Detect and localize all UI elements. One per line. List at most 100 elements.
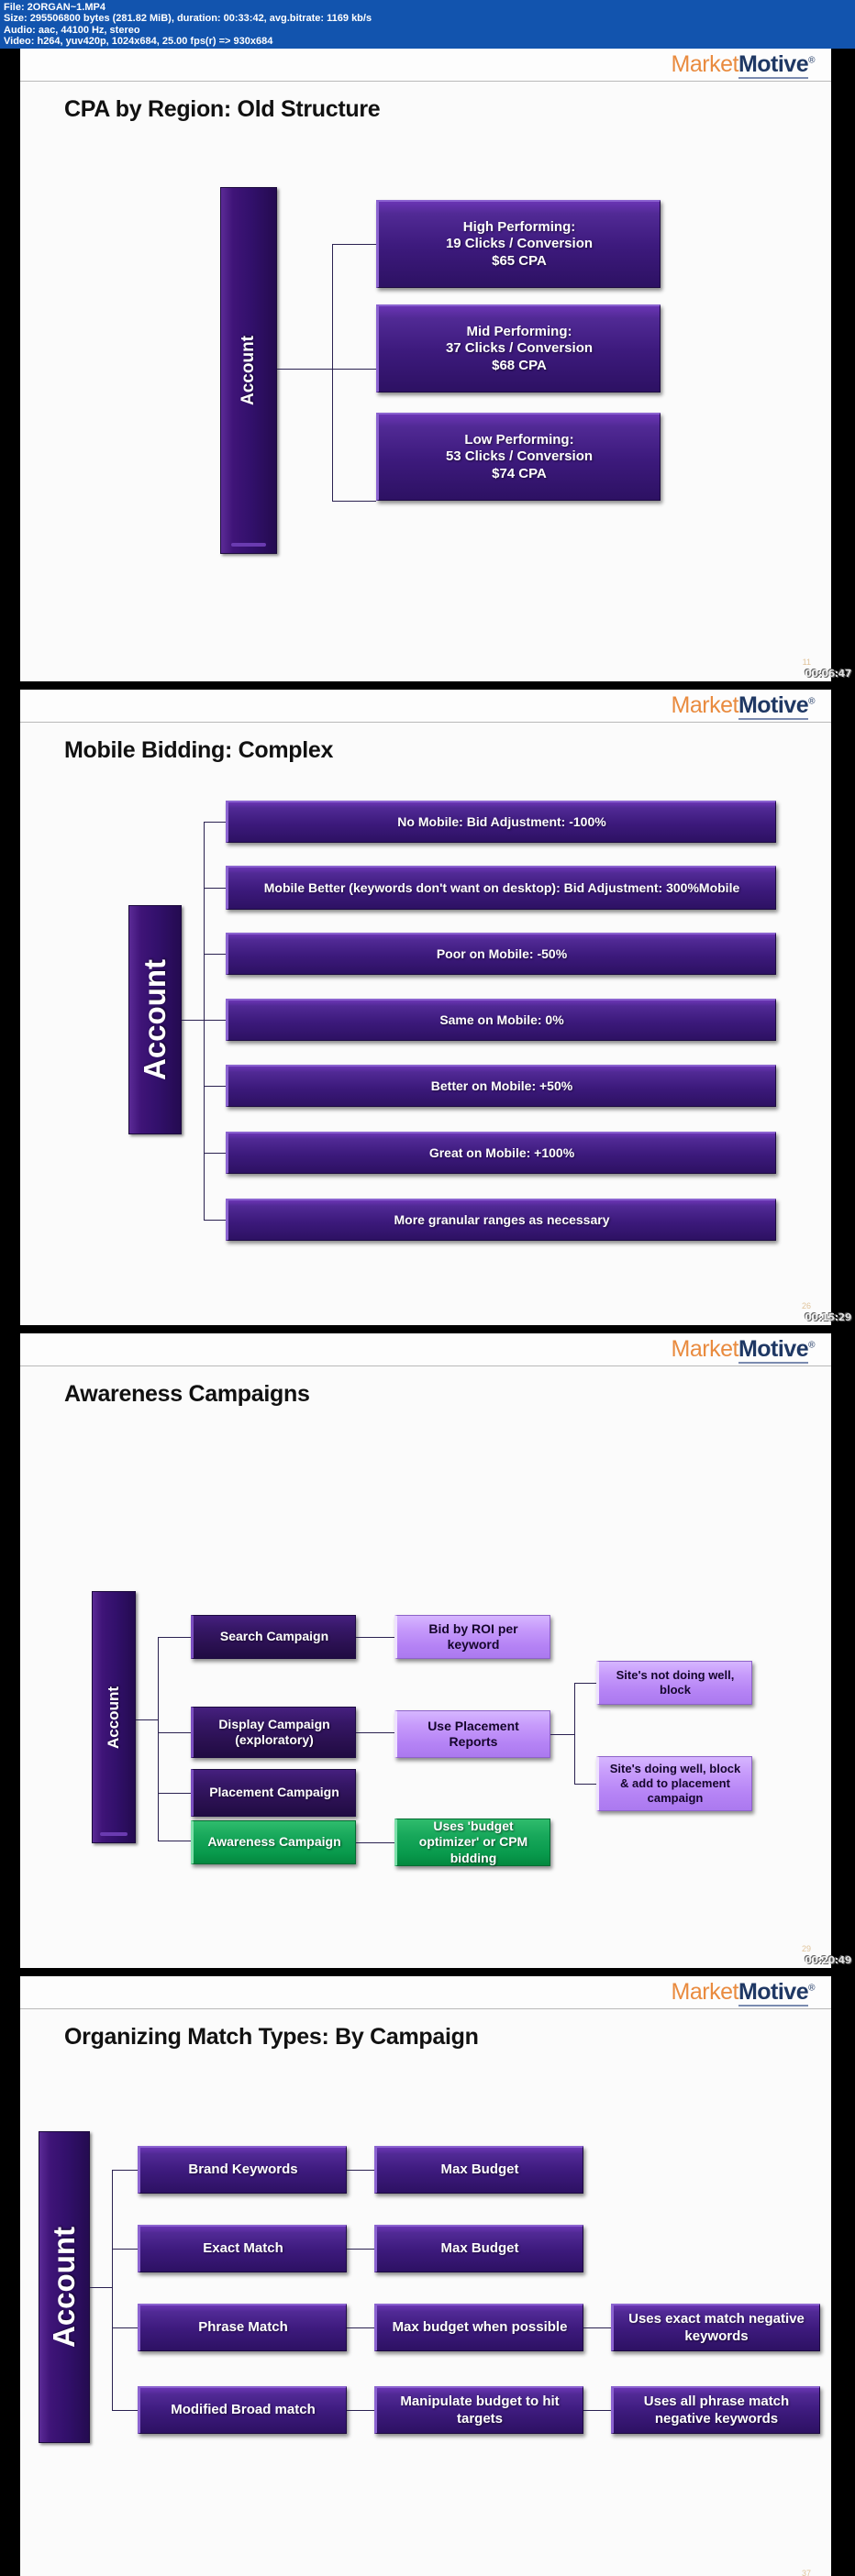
connector-to-low: [332, 501, 376, 502]
mediainfo-file-line: File: 2ORGAN~1.MP4: [4, 2, 105, 13]
slide-page-number: 37: [801, 2569, 811, 2576]
connector-to-row1: [112, 2170, 138, 2171]
connector-to-row2: [112, 2249, 138, 2250]
diagram-canvas: Account High Performing: 19 Clicks / Con…: [20, 123, 831, 655]
node-label: High Performing: 19 Clicks / Conversion …: [445, 219, 594, 269]
connector-to-site-doing: [574, 1784, 596, 1785]
connector-trunk-stem: [277, 369, 332, 370]
node-phrase-match-budget: Max budget when possible: [374, 2304, 583, 2351]
slide-page-number: 11: [802, 658, 811, 667]
slide-divider: [0, 1968, 855, 1976]
node-label: Mid Performing: 37 Clicks / Conversion $…: [445, 324, 594, 373]
connector-row3-link2: [583, 2327, 611, 2328]
node-label: Placement Campaign: [209, 1785, 339, 1800]
logo-market-text: Market: [671, 51, 739, 77]
mediainfo-header: File: 2ORGAN~1.MP4 Size: 295506800 bytes…: [0, 0, 855, 49]
trunk-label: Account: [239, 336, 258, 405]
marketmotive-logo: MarketMotive®: [671, 51, 815, 79]
connector-to-row7: [204, 1220, 226, 1221]
connector-spine: [158, 1637, 159, 1841]
screenshot-page: File: 2ORGAN~1.MP4 Size: 295506800 bytes…: [0, 0, 855, 2576]
node-site-not-doing-well: Site's not doing well, block: [596, 1661, 752, 1705]
node-label: Exact Match: [203, 2240, 283, 2257]
connector-to-row5: [204, 1086, 226, 1087]
connector-row1-link: [347, 2170, 374, 2171]
connector-reports-stem: [550, 1734, 574, 1735]
brand-logo-bar: MarketMotive®: [20, 690, 831, 723]
node-low-performing: Low Performing: 53 Clicks / Conversion $…: [376, 413, 661, 501]
node-exact-match: Exact Match: [138, 2225, 347, 2272]
connector-to-row3: [204, 954, 226, 955]
node-brand-keywords: Brand Keywords: [138, 2146, 347, 2194]
node-budget-optimizer: Uses 'budget optimizer' or CPM bidding: [394, 1819, 550, 1866]
logo-motive-text: Motive: [738, 692, 809, 720]
slide-title: Organizing Match Types: By Campaign: [64, 2024, 479, 2050]
connector-trunk-stem: [136, 1719, 158, 1720]
logo-motive-text: Motive: [738, 1979, 809, 2007]
connector-to-search: [158, 1637, 191, 1638]
connector-display-to-reports: [356, 1732, 394, 1733]
node-better-on-mobile: Better on Mobile: +50%: [226, 1065, 776, 1107]
trunk-account: Account: [92, 1591, 136, 1843]
connector-row3-link: [347, 2327, 374, 2328]
mediainfo-video-line: Video: h264, yuv420p, 1024x684, 25.00 fp…: [4, 35, 273, 47]
node-label: Brand Keywords: [188, 2161, 298, 2178]
node-label: Search Campaign: [219, 1629, 329, 1644]
connector-row4-link: [347, 2410, 374, 2411]
video-timecode: 00:20:49: [805, 1954, 851, 1966]
trunk-cap: [230, 543, 267, 547]
connector-trunk-stem: [90, 2287, 112, 2288]
connector-to-row3: [112, 2327, 138, 2328]
trunk-label: Account: [138, 959, 172, 1080]
logo-motive-text: Motive: [738, 51, 809, 79]
node-brand-keywords-budget: Max Budget: [374, 2146, 583, 2194]
node-great-on-mobile: Great on Mobile: +100%: [226, 1132, 776, 1174]
connector-spine: [112, 2170, 113, 2410]
connector-spine: [204, 822, 205, 1220]
registered-mark-icon: ®: [808, 55, 815, 66]
node-label: Poor on Mobile: -50%: [436, 945, 568, 961]
node-more-granular: More granular ranges as necessary: [226, 1199, 776, 1241]
connector-to-site-not-doing: [574, 1683, 596, 1684]
node-phrase-match-negatives: Uses exact match negative keywords: [611, 2304, 820, 2351]
connector-to-row4: [204, 1020, 226, 1021]
trunk-label: Account: [105, 1686, 122, 1749]
node-placement-campaign: Placement Campaign: [191, 1769, 356, 1817]
trunk-account: Account: [128, 905, 182, 1134]
trunk-cap: [100, 1832, 128, 1836]
registered-mark-icon: ®: [808, 696, 815, 707]
slide-title: Awareness Campaigns: [64, 1381, 310, 1407]
brand-logo-bar: MarketMotive®: [20, 1333, 831, 1366]
node-mid-performing: Mid Performing: 37 Clicks / Conversion $…: [376, 304, 661, 392]
node-label: Awareness Campaign: [207, 1834, 341, 1850]
node-same-on-mobile: Same on Mobile: 0%: [226, 999, 776, 1041]
node-label: Manipulate budget to hit targets: [400, 2394, 560, 2427]
node-label: Mobile Better (keywords don't want on de…: [263, 879, 740, 895]
diagram-canvas: Account No Mobile: Bid Adjustment: -100%…: [20, 764, 831, 1300]
registered-mark-icon: ®: [808, 1983, 815, 1994]
node-label: No Mobile: Bid Adjustment: -100%: [397, 813, 606, 829]
connector-to-row6: [204, 1153, 226, 1154]
node-site-doing-well: Site's doing well, block & add to placem…: [596, 1756, 752, 1811]
connector-to-high: [332, 244, 376, 245]
slide-divider: [0, 1325, 855, 1333]
marketmotive-logo: MarketMotive®: [672, 1336, 815, 1364]
node-label: Uses all phrase match negative keywords: [643, 2394, 790, 2427]
slide-cpa-by-region: MarketMotive® CPA by Region: Old Structu…: [0, 49, 855, 681]
diagram-canvas: Account Brand Keywords Max Budget Exact …: [20, 2051, 831, 2568]
connector-to-placement: [158, 1793, 191, 1794]
node-label: Better on Mobile: +50%: [430, 1078, 573, 1093]
logo-motive-text: Motive: [738, 1336, 809, 1364]
mediainfo-size-line: Size: 295506800 bytes (281.82 MiB), dura…: [4, 13, 372, 25]
marketmotive-logo: MarketMotive®: [672, 692, 815, 720]
node-phrase-match: Phrase Match: [138, 2304, 347, 2351]
connector-search-to-bid: [356, 1637, 394, 1638]
node-label: Max budget when possible: [392, 2319, 568, 2336]
node-awareness-campaign: Awareness Campaign: [191, 1820, 356, 1864]
connector-reports-spine: [574, 1683, 575, 1784]
node-label: Great on Mobile: +100%: [428, 1144, 575, 1160]
node-modified-broad-match: Modified Broad match: [138, 2386, 347, 2434]
slide-page-number: 29: [801, 1944, 811, 1953]
node-bid-by-roi: Bid by ROI per keyword: [394, 1615, 550, 1659]
node-label: Site's not doing well, block: [616, 1668, 735, 1697]
